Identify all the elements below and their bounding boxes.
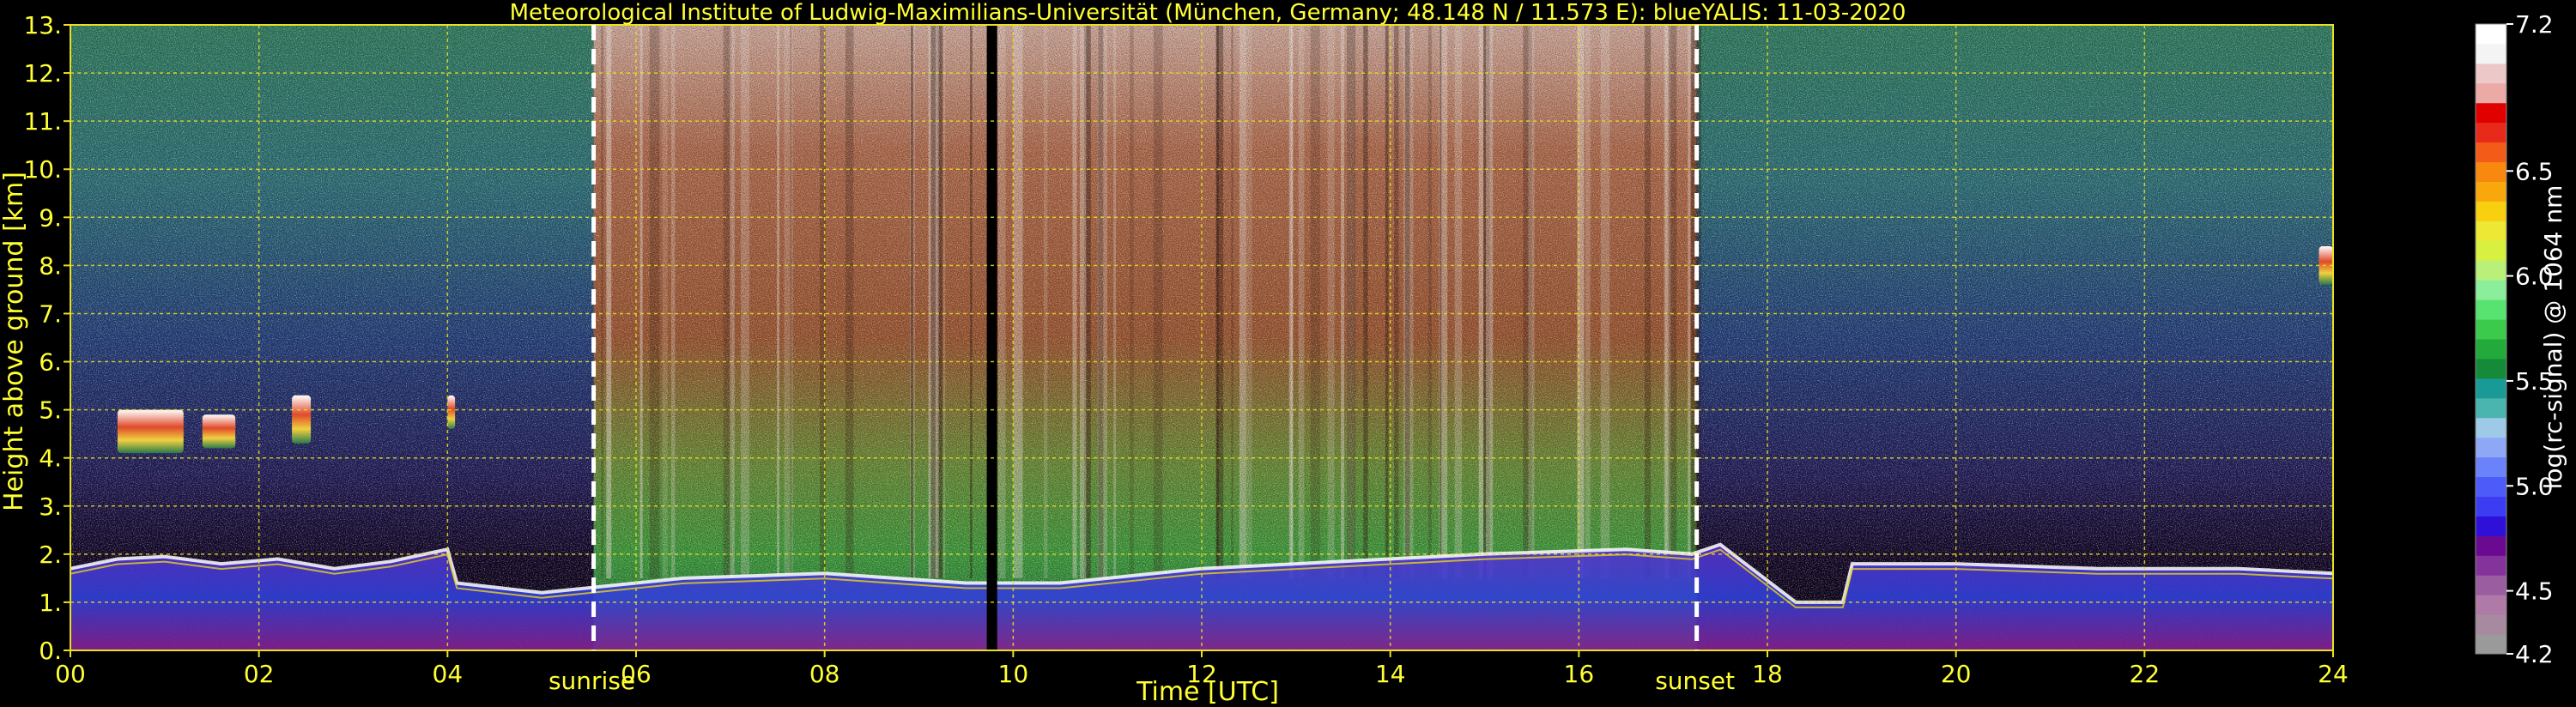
y-tick-label: 5. xyxy=(39,396,62,425)
y-tick-label: 2. xyxy=(39,541,62,569)
colorbar-swatch xyxy=(2476,63,2506,84)
cloud-1 xyxy=(202,414,236,449)
x-tick-label: 24 xyxy=(2318,660,2349,688)
colorbar-swatch xyxy=(2476,221,2506,241)
colorbar-swatch xyxy=(2476,260,2506,281)
colorbar-swatch xyxy=(2476,122,2506,143)
colorbar-tick-label: 7.2 xyxy=(2515,10,2554,39)
lidar-quicklook-chart: 00 02 04 06 08 10 12 14 16 18 20 22 24 0.1.2.3.4.5.6… xyxy=(0,0,2567,707)
colorbar-swatch xyxy=(2476,417,2506,438)
x-tick-label: 02 xyxy=(244,660,275,688)
colorbar-tick-label: 4.2 xyxy=(2515,640,2554,668)
colorbar-swatch xyxy=(2476,595,2506,615)
colorbar-swatch xyxy=(2476,535,2506,556)
colorbar-swatch xyxy=(2476,43,2506,64)
y-tick-label: 3. xyxy=(39,492,62,521)
y-tick-label: 11. xyxy=(23,107,62,136)
colorbar-swatch xyxy=(2476,397,2506,419)
colorbar-swatch xyxy=(2476,161,2506,182)
y-axis: 0. 1. 2. 3. 4. 5. 6. 7. 8. 9. 10. 11. 12. 13. xyxy=(23,11,70,665)
y-tick-label: 10. xyxy=(23,155,62,184)
x-tick-label: 16 xyxy=(1564,660,1595,688)
x-tick-label: 14 xyxy=(1375,660,1406,688)
colorbar-swatch xyxy=(2476,280,2506,300)
y-tick-label: 6. xyxy=(39,348,62,377)
colorbar-swatch xyxy=(2476,319,2506,340)
y-tick-label: 0. xyxy=(39,637,62,665)
x-tick-label: 22 xyxy=(2130,660,2161,688)
y-tick-label: 8. xyxy=(39,251,62,280)
sunset-label: sunset xyxy=(1655,667,1735,695)
data-gap xyxy=(986,25,997,650)
x-axis-label: Time [UTC] xyxy=(1136,677,1279,707)
colorbar-swatch xyxy=(2476,575,2506,595)
colorbar-swatch xyxy=(2476,358,2506,379)
colorbar-swatch xyxy=(2476,634,2506,655)
x-tick-label: 10 xyxy=(998,660,1029,688)
colorbar-swatch xyxy=(2476,142,2506,163)
chart-title: Meteorological Institute of Ludwig-Maxim… xyxy=(510,0,1906,26)
cloud-0 xyxy=(117,409,184,454)
y-tick-label: 13. xyxy=(23,11,62,39)
sunrise-label: sunrise xyxy=(549,667,635,695)
colorbar-swatch xyxy=(2476,24,2506,45)
colorbar-swatch xyxy=(2476,102,2506,124)
colorbar-swatch xyxy=(2476,339,2506,360)
colorbar-tick-label: 4.5 xyxy=(2515,577,2554,606)
colorbar-tick-label: 6.5 xyxy=(2515,157,2554,185)
y-tick-label: 1. xyxy=(39,589,62,617)
y-axis-label: Height above ground [km] xyxy=(0,172,29,511)
y-tick-label: 4. xyxy=(39,444,62,473)
colorbar-swatch xyxy=(2476,240,2506,261)
cloud-2 xyxy=(292,395,312,444)
colorbar-swatch xyxy=(2476,82,2506,104)
y-tick-label: 9. xyxy=(39,203,62,232)
colorbar-swatch xyxy=(2476,496,2506,517)
colorbar-label: log(rc-signal) @ 1064 nm xyxy=(2539,185,2567,490)
colorbar-swatch xyxy=(2476,614,2506,635)
colorbar-swatch xyxy=(2476,437,2506,458)
colorbar-swatch xyxy=(2476,201,2506,221)
x-tick-label: 18 xyxy=(1752,660,1783,688)
x-tick-label: 08 xyxy=(809,660,840,688)
colorbar-swatch xyxy=(2476,378,2506,399)
cloud-3 xyxy=(447,395,456,430)
y-tick-label: 7. xyxy=(39,299,62,328)
colorbar-swatch xyxy=(2476,299,2506,320)
y-tick-label: 12. xyxy=(23,59,62,88)
colorbar-swatch xyxy=(2476,555,2506,576)
colorbar-swatch xyxy=(2476,476,2506,497)
colorbar-swatch xyxy=(2476,516,2506,536)
x-tick-label: 04 xyxy=(433,660,464,688)
x-tick-label: 20 xyxy=(1941,660,1972,688)
colorbar-swatch xyxy=(2476,181,2506,202)
colorbar-swatch xyxy=(2476,456,2506,478)
